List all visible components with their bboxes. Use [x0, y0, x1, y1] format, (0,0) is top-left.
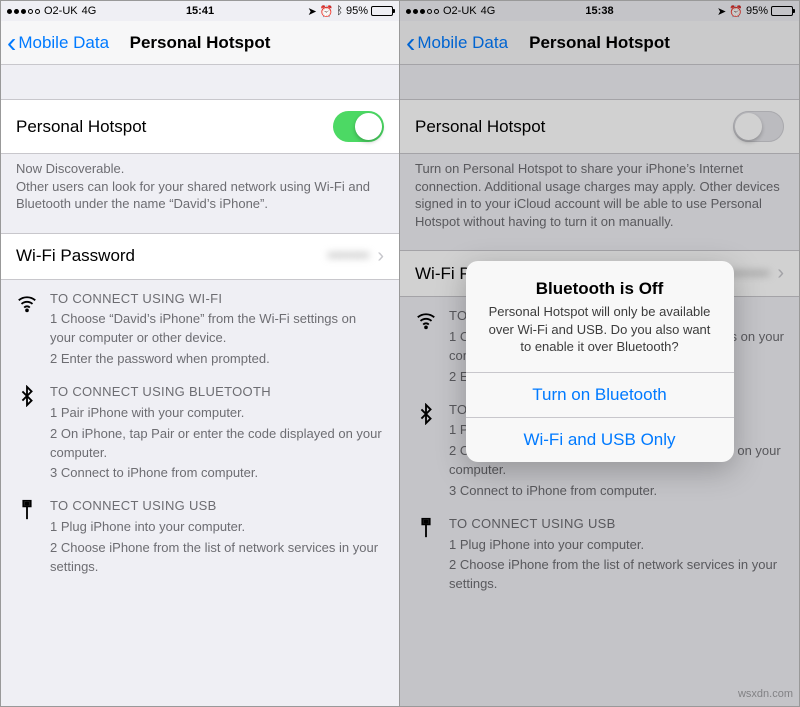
- nav-bar: ‹ Mobile Data Personal Hotspot: [400, 21, 799, 65]
- hotspot-explain-text: Turn on Personal Hotspot to share your i…: [400, 154, 799, 238]
- hotspot-label: Personal Hotspot: [415, 117, 733, 137]
- bluetooth-icon: ᛒ: [336, 5, 343, 17]
- battery-percent: 95%: [346, 5, 368, 17]
- instructions-usb: TO CONNECT USING USB 1 Plug iPhone into …: [400, 505, 799, 598]
- hotspot-toggle[interactable]: [333, 111, 384, 142]
- back-label: Mobile Data: [417, 33, 508, 53]
- instructions-usb: TO CONNECT USING USB 1 Plug iPhone into …: [1, 487, 399, 580]
- back-button[interactable]: ‹ Mobile Data: [400, 29, 508, 57]
- wifi-password-value: •••••••: [328, 246, 370, 266]
- bluetooth-big-icon: [415, 401, 449, 501]
- signal-dots-icon: [406, 9, 439, 14]
- signal-dots-icon: [7, 9, 40, 14]
- screenshot-right: O2-UK 4G 15:38 ➤ ⏰ 95% ‹ Mobile Data Per…: [400, 1, 799, 706]
- discoverable-text: Now Discoverable. Other users can look f…: [1, 154, 399, 221]
- status-time: 15:41: [136, 5, 265, 17]
- location-icon: ➤: [307, 5, 316, 18]
- bluetooth-alert: Bluetooth is Off Personal Hotspot will o…: [466, 261, 734, 462]
- status-bar: O2-UK 4G 15:41 ➤ ⏰ ᛒ 95%: [1, 1, 399, 21]
- back-label: Mobile Data: [18, 33, 109, 53]
- carrier-label: O2-UK: [443, 5, 477, 17]
- watermark: wsxdn.com: [738, 688, 793, 700]
- chevron-right-icon: ›: [777, 262, 784, 285]
- network-label: 4G: [82, 5, 97, 17]
- hotspot-toggle-row[interactable]: Personal Hotspot: [400, 99, 799, 154]
- wifi-password-value: •••••••: [728, 264, 770, 284]
- usb-icon: [415, 515, 449, 594]
- chevron-left-icon: ‹: [7, 29, 16, 57]
- bluetooth-big-icon: [16, 383, 50, 483]
- wifi-password-row[interactable]: Wi-Fi Password ••••••• ›: [1, 233, 399, 280]
- battery-icon: [771, 6, 793, 16]
- alert-wifi-usb-only-button[interactable]: Wi-Fi and USB Only: [466, 417, 734, 462]
- wifi-icon: [16, 290, 50, 369]
- instructions-bluetooth: TO CONNECT USING BLUETOOTH 1 Pair iPhone…: [1, 373, 399, 487]
- alert-turn-on-bluetooth-button[interactable]: Turn on Bluetooth: [466, 372, 734, 417]
- screenshot-left: O2-UK 4G 15:41 ➤ ⏰ ᛒ 95% ‹ Mobile Data P…: [1, 1, 400, 706]
- status-bar: O2-UK 4G 15:38 ➤ ⏰ 95%: [400, 1, 799, 21]
- battery-percent: 95%: [746, 5, 768, 17]
- instructions-wifi: TO CONNECT USING WI-FI 1 Choose “David’s…: [1, 280, 399, 373]
- alarm-icon: ⏰: [729, 5, 743, 18]
- location-icon: ➤: [717, 5, 726, 18]
- nav-bar: ‹ Mobile Data Personal Hotspot: [1, 21, 399, 65]
- wifi-password-label: Wi-Fi Password: [16, 246, 328, 266]
- chevron-left-icon: ‹: [406, 29, 415, 57]
- network-label: 4G: [481, 5, 496, 17]
- battery-icon: [371, 6, 393, 16]
- wifi-icon: [415, 307, 449, 386]
- alert-title: Bluetooth is Off: [482, 279, 718, 299]
- hotspot-toggle[interactable]: [733, 111, 784, 142]
- status-time: 15:38: [535, 5, 664, 17]
- chevron-right-icon: ›: [377, 245, 384, 268]
- alarm-icon: ⏰: [320, 5, 334, 18]
- hotspot-label: Personal Hotspot: [16, 117, 333, 137]
- hotspot-toggle-row[interactable]: Personal Hotspot: [1, 99, 399, 154]
- usb-icon: [16, 497, 50, 576]
- carrier-label: O2-UK: [44, 5, 78, 17]
- alert-message: Personal Hotspot will only be available …: [482, 303, 718, 356]
- back-button[interactable]: ‹ Mobile Data: [1, 29, 109, 57]
